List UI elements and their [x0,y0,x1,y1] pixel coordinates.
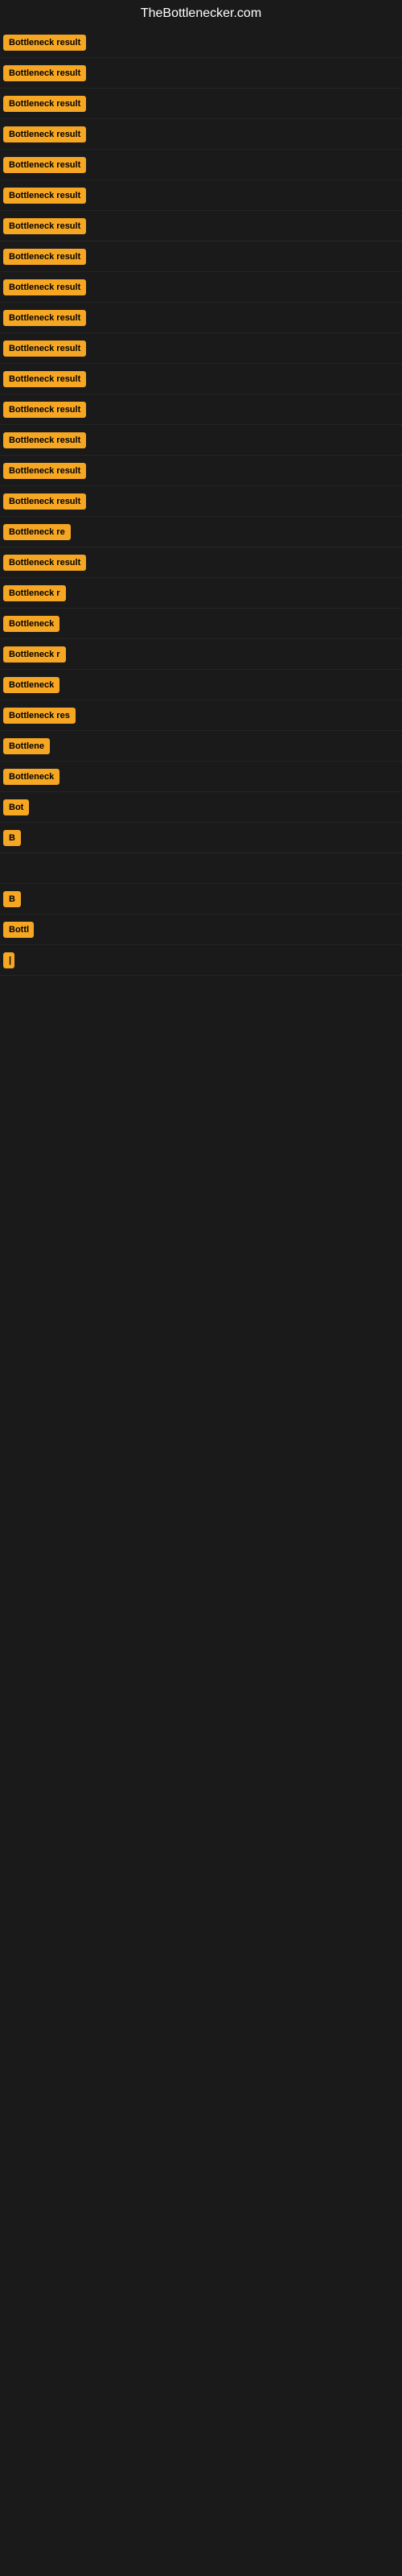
bottleneck-badge[interactable]: Bottleneck result [3,218,86,234]
list-item[interactable]: Bottl [0,914,402,945]
bottleneck-badge[interactable]: Bottleneck result [3,126,86,142]
list-item[interactable]: Bottleneck [0,670,402,700]
list-item[interactable]: B [0,884,402,914]
list-item[interactable]: Bottlene [0,731,402,762]
bottleneck-badge[interactable]: | [3,952,14,968]
list-item[interactable]: Bottleneck result [0,364,402,394]
list-item[interactable] [0,853,402,884]
bottleneck-badge[interactable]: Bottleneck res [3,708,76,724]
bottleneck-badge[interactable]: Bot [3,799,29,815]
bottleneck-badge[interactable]: Bottleneck result [3,310,86,326]
list-item[interactable]: Bot [0,792,402,823]
list-item[interactable]: Bottleneck re [0,517,402,547]
bottleneck-badge[interactable]: Bottlene [3,738,50,754]
bottleneck-badge[interactable]: Bottleneck result [3,555,86,571]
list-item[interactable]: B [0,823,402,853]
list-item[interactable]: Bottleneck result [0,272,402,303]
list-item[interactable]: Bottleneck result [0,425,402,456]
list-item[interactable]: Bottleneck result [0,394,402,425]
list-item[interactable]: Bottleneck result [0,303,402,333]
list-item[interactable]: Bottleneck result [0,180,402,211]
bottleneck-badge[interactable]: B [3,830,21,846]
bottleneck-badge[interactable]: B [3,891,21,907]
bottleneck-badge[interactable]: Bottl [3,922,34,938]
bottleneck-badge[interactable]: Bottleneck result [3,493,86,510]
list-item[interactable]: Bottleneck [0,609,402,639]
list-item[interactable]: Bottleneck res [0,700,402,731]
bottleneck-badge[interactable]: Bottleneck r [3,585,66,601]
list-item[interactable]: Bottleneck result [0,150,402,180]
bottleneck-badge[interactable]: Bottleneck result [3,371,86,387]
bottleneck-badge[interactable]: Bottleneck result [3,65,86,81]
list-item[interactable]: | [0,945,402,976]
bottleneck-badge[interactable]: Bottleneck result [3,188,86,204]
bottleneck-badge[interactable]: Bottleneck result [3,157,86,173]
list-item[interactable]: Bottleneck result [0,89,402,119]
bottleneck-badge[interactable]: Bottleneck [3,616,59,632]
bottleneck-badge[interactable]: Bottleneck result [3,279,86,295]
list-item[interactable]: Bottleneck result [0,211,402,242]
list-item[interactable]: Bottleneck result [0,486,402,517]
site-title: TheBottlenecker.com [0,0,402,27]
bottleneck-badge[interactable]: Bottleneck result [3,402,86,418]
bottleneck-badge[interactable]: Bottleneck result [3,249,86,265]
bottleneck-badge[interactable]: Bottleneck result [3,35,86,51]
list-item[interactable]: Bottleneck [0,762,402,792]
bottleneck-badge[interactable]: Bottleneck result [3,432,86,448]
bottleneck-badge[interactable]: Bottleneck result [3,96,86,112]
list-item[interactable]: Bottleneck r [0,639,402,670]
list-item[interactable]: Bottleneck result [0,58,402,89]
list-item[interactable]: Bottleneck result [0,119,402,150]
list-item[interactable]: Bottleneck result [0,547,402,578]
list-item[interactable]: Bottleneck r [0,578,402,609]
bottleneck-badge[interactable]: Bottleneck r [3,646,66,663]
bottleneck-badge[interactable]: Bottleneck re [3,524,71,540]
list-item[interactable]: Bottleneck result [0,27,402,58]
list-item[interactable]: Bottleneck result [0,456,402,486]
bottleneck-badge[interactable]: Bottleneck result [3,341,86,357]
bottleneck-badge[interactable]: Bottleneck [3,677,59,693]
list-item[interactable]: Bottleneck result [0,242,402,272]
bottleneck-badge[interactable]: Bottleneck result [3,463,86,479]
list-item[interactable]: Bottleneck result [0,333,402,364]
bottleneck-badge[interactable]: Bottleneck [3,769,59,785]
